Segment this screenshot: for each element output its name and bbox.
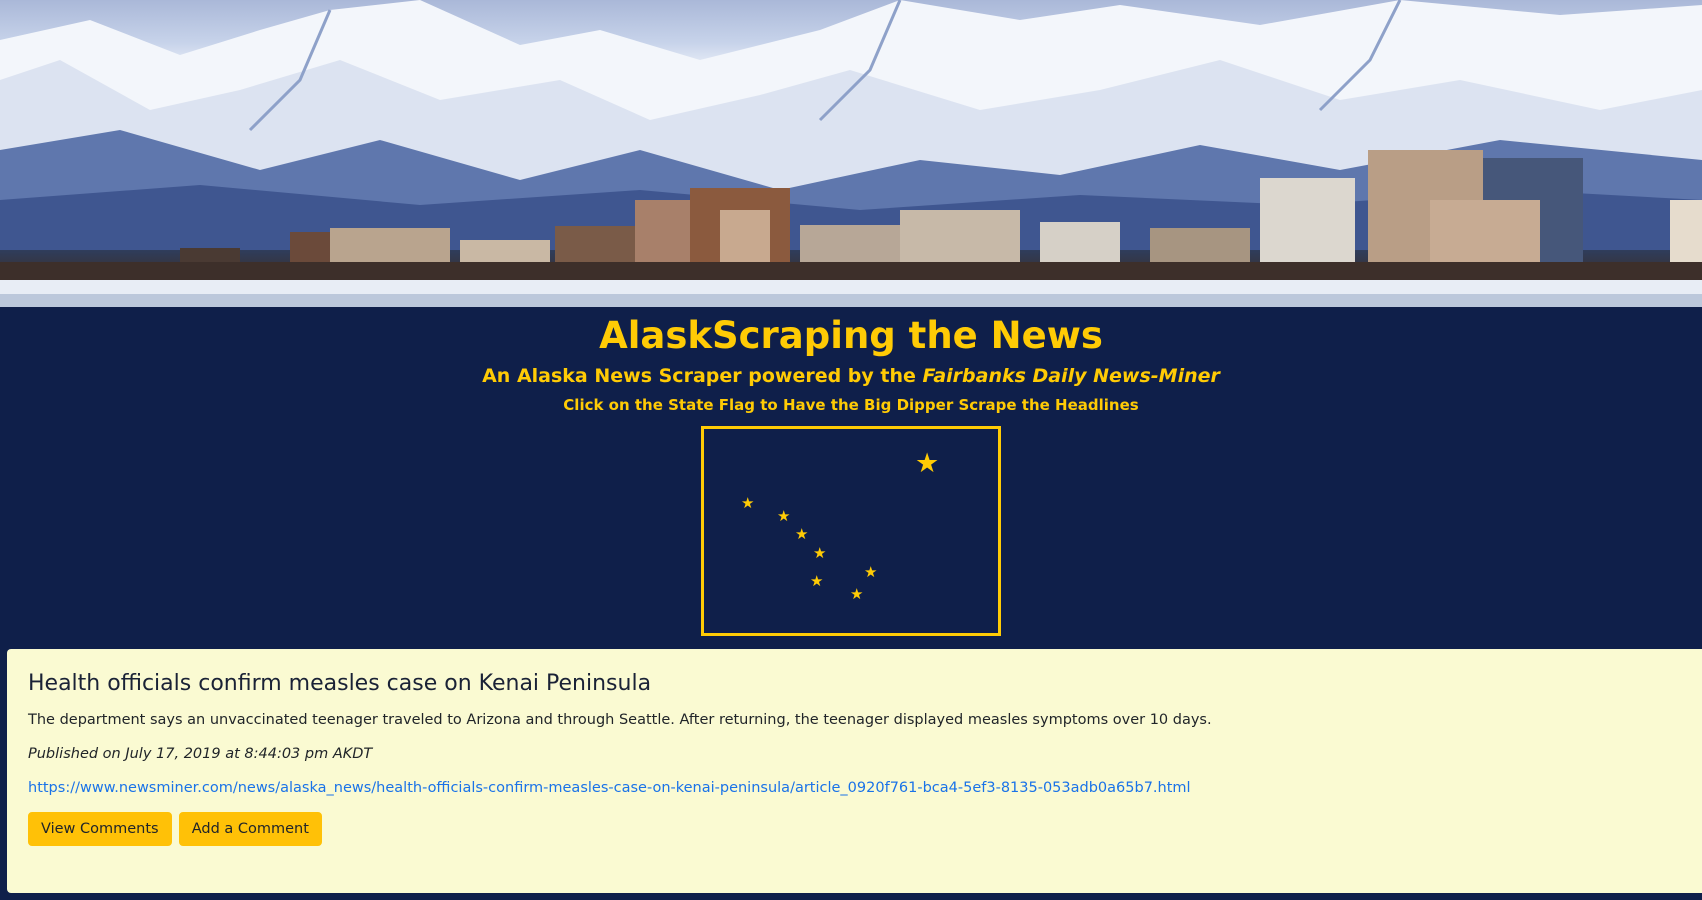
- article-card: Health officials confirm measles case on…: [7, 649, 1702, 893]
- star-icon: ★: [741, 494, 755, 512]
- page-title: AlaskScraping the News: [599, 314, 1103, 357]
- anchorage-skyline-illustration: [0, 0, 1702, 307]
- article-link[interactable]: https://www.newsminer.com/news/alaska_ne…: [28, 780, 1681, 796]
- alaska-flag-scrape-button[interactable]: ★ ★ ★ ★ ★ ★ ★ ★: [701, 426, 1001, 636]
- star-icon: ★: [813, 544, 827, 562]
- page-subtitle: An Alaska News Scraper powered by the Fa…: [0, 362, 1702, 390]
- scrape-instruction: Click on the State Flag to Have the Big …: [563, 396, 1139, 414]
- article-published-date: Published on July 17, 2019 at 8:44:03 pm…: [28, 746, 373, 762]
- subtitle-prefix: An Alaska News Scraper powered by the: [482, 365, 923, 387]
- view-comments-button[interactable]: View Comments: [28, 812, 172, 846]
- source-name: Fairbanks Daily News-Miner: [922, 365, 1220, 387]
- star-icon: ★: [810, 572, 824, 590]
- north-star-icon: ★: [915, 448, 940, 479]
- article-summary: The department says an unvaccinated teen…: [28, 712, 1212, 728]
- add-comment-button[interactable]: Add a Comment: [178, 812, 322, 846]
- star-icon: ★: [850, 585, 864, 603]
- star-icon: ★: [864, 563, 878, 581]
- star-icon: ★: [777, 507, 791, 525]
- article-title: Health officials confirm measles case on…: [28, 671, 652, 696]
- star-icon: ★: [795, 525, 809, 543]
- hero-banner-image: [0, 0, 1702, 307]
- site-header: AlaskScraping the News An Alaska News Sc…: [0, 307, 1702, 420]
